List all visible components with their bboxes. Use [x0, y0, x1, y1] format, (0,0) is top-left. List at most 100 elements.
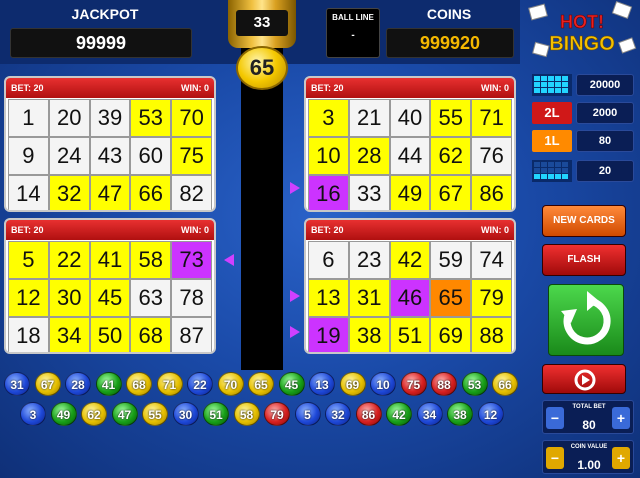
card-cell: 10 — [308, 137, 349, 175]
autoplay-button[interactable] — [542, 364, 626, 394]
paytable-value: 80 — [576, 130, 634, 152]
card-cell: 9 — [8, 137, 49, 175]
total-bet-value: 80 — [582, 418, 596, 432]
card-cell: 69 — [430, 317, 472, 352]
drawn-ball: 13 — [309, 372, 335, 396]
drawn-ball: 28 — [65, 372, 91, 396]
ball-line-display: BALL LINE - — [326, 8, 380, 58]
card-grid: 3 21 40 55 71 10 28 44 62 76 16 33 49 67 86 — [308, 99, 512, 210]
card-cell: 22 — [48, 241, 90, 279]
card-cell: 63 — [130, 279, 172, 317]
card-bet-label: BET: 20 — [311, 225, 344, 235]
jackpot-value: 99999 — [10, 28, 192, 58]
card-cell: 47 — [89, 175, 131, 210]
drawn-ball: 79 — [264, 402, 290, 426]
card-cell: 50 — [89, 317, 131, 352]
card-bet-label: BET: 20 — [311, 83, 344, 93]
autoplay-icon — [574, 369, 596, 391]
coin-value-value: 1.00 — [577, 458, 601, 472]
card-cell: 20 — [48, 99, 90, 137]
card-cell: 31 — [348, 279, 390, 317]
card-cell: 49 — [389, 175, 431, 210]
drawn-ball: 86 — [355, 402, 382, 426]
ball-line-value: - — [351, 30, 355, 41]
drawn-ball: 88 — [431, 372, 457, 396]
full-card-pattern-icon — [532, 74, 572, 96]
card-cell: 87 — [171, 317, 212, 352]
coin-value-control: − COIN VALUE 1.00 + — [542, 440, 634, 474]
hot-bingo-logo: HOT! BINGO — [524, 0, 640, 64]
card-grid: 6 23 42 59 74 13 31 46 65 79 19 38 51 69 88 — [308, 241, 512, 352]
card-cell: 16 — [308, 175, 349, 210]
logo-hot-text: HOT! — [560, 12, 604, 32]
card-cell: 39 — [89, 99, 131, 137]
drawn-balls-tray: 31 67 28 41 68 71 22 70 65 45 13 69 10 75 88 53 66 3 49 62… — [0, 368, 530, 430]
paytable-row-bottom-line: 20 — [532, 160, 636, 182]
card-cell: 53 — [130, 99, 172, 137]
card-cell: 66 — [130, 175, 172, 210]
card-cell: 67 — [430, 175, 472, 210]
card-cell: 70 — [171, 99, 212, 137]
bingo-card-4: BET: 20 WIN: 0 6 23 42 59 74 13 31 46 65 79 19 38 51 6… — [304, 218, 516, 354]
drawn-ball: 10 — [370, 372, 396, 396]
ball-tube — [241, 48, 283, 370]
card-grid: 5 22 41 58 73 12 30 45 63 78 18 34 50 68 87 — [8, 241, 212, 352]
card-cell: 73 — [171, 241, 212, 279]
card-cell: 1 — [8, 99, 49, 137]
logo-bingo-text: BINGO — [549, 33, 615, 55]
coin-value-plus-button[interactable]: + — [612, 447, 630, 469]
drawn-ball: 42 — [386, 402, 412, 426]
card-cell: 74 — [471, 241, 512, 279]
drawn-ball: 75 — [400, 372, 427, 396]
flash-button[interactable]: FLASH — [542, 244, 626, 276]
card-cell: 32 — [48, 175, 90, 210]
near-win-arrow-icon — [290, 290, 300, 302]
one-line-icon: 1L — [532, 130, 572, 152]
card-cell: 51 — [389, 317, 431, 352]
drawn-ball: 41 — [95, 372, 122, 396]
coin-value-label: COIN VALUE — [570, 444, 608, 450]
card-cell: 24 — [48, 137, 90, 175]
drawn-ball: 22 — [187, 372, 213, 396]
total-bet-label: TOTAL BET — [572, 404, 606, 410]
card-cell: 41 — [89, 241, 131, 279]
one-line-badge: 1L — [544, 133, 560, 148]
card-cell: 65 — [430, 279, 472, 317]
coins-value: 999920 — [386, 28, 514, 58]
card-cell: 12 — [8, 279, 49, 317]
coin-value-minus-button[interactable]: − — [546, 447, 564, 469]
play-button[interactable] — [548, 284, 624, 356]
two-line-icon: 2L — [532, 102, 572, 124]
near-win-arrow-icon — [290, 326, 300, 338]
total-bet-plus-button[interactable]: + — [612, 407, 630, 429]
ball-line-label: BALL LINE — [332, 13, 374, 22]
card-cell: 43 — [89, 137, 131, 175]
drawn-ball: 53 — [461, 372, 488, 396]
card-cell: 60 — [130, 137, 172, 175]
drawn-ball: 70 — [217, 372, 244, 396]
card-cell: 33 — [348, 175, 390, 210]
drawn-ball: 67 — [34, 372, 61, 396]
card-cell: 62 — [430, 137, 472, 175]
drawn-ball: 45 — [278, 372, 305, 396]
drawn-ball: 12 — [477, 402, 504, 426]
bingo-card-3: BET: 20 WIN: 0 5 22 41 58 73 12 30 45 63 78 18 34 50 6… — [4, 218, 216, 354]
drawn-ball: 30 — [172, 402, 199, 426]
drawn-ball: 49 — [50, 402, 77, 426]
bingo-card-1: BET: 20 WIN: 0 1 20 39 53 70 9 24 43 60 75 14 32 47 66… — [4, 76, 216, 212]
new-cards-button[interactable]: NEW CARDS — [542, 205, 626, 237]
card-cell: 78 — [171, 279, 212, 317]
card-cell: 34 — [48, 317, 90, 352]
card-bet-label: BET: 20 — [11, 83, 44, 93]
paytable-row-full-card: 20000 — [532, 74, 636, 96]
total-bet-minus-button[interactable]: − — [546, 407, 564, 429]
paytable-row-one-line: 1L 80 — [532, 130, 636, 152]
coins-label: COINS — [426, 6, 472, 22]
drawn-ball: 62 — [81, 402, 107, 426]
card-win-label: WIN: 0 — [181, 225, 209, 235]
card-cell: 21 — [348, 99, 390, 137]
card-cell: 19 — [308, 317, 349, 352]
drawn-ball: 58 — [233, 402, 260, 426]
drawn-ball: 47 — [111, 402, 138, 426]
near-win-arrow-icon — [224, 254, 234, 266]
